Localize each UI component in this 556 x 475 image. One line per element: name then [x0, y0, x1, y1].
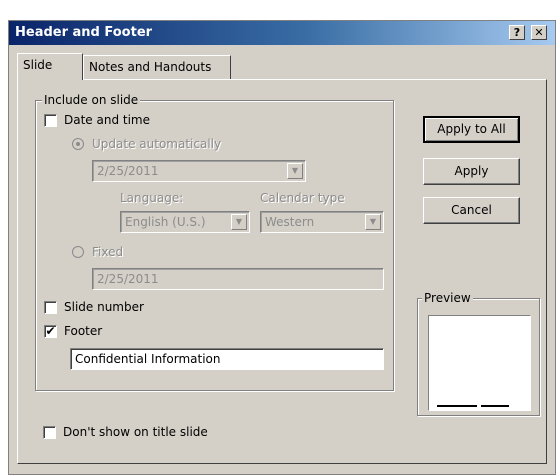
fixed-date-field[interactable]: 2/25/2011 — [92, 268, 384, 290]
slide-tab-panel: Include on slide Date and time Update au… — [17, 79, 547, 464]
apply-to-all-button[interactable]: Apply to All — [423, 116, 520, 143]
slide-number-checkbox[interactable] — [44, 301, 57, 314]
slide-number-label: Slide number — [64, 300, 144, 314]
include-on-slide-group: Include on slide Date and time Update au… — [35, 93, 394, 391]
cancel-button[interactable]: Cancel — [423, 197, 520, 224]
radio-dot — [76, 142, 80, 146]
language-dropdown[interactable]: English (U.S.) ▼ — [120, 211, 250, 233]
language-label: Language: — [120, 191, 184, 205]
date-time-checkbox[interactable] — [44, 114, 57, 127]
dont-show-title-slide-checkbox[interactable] — [43, 426, 56, 439]
date-time-label: Date and time — [64, 113, 150, 127]
auto-date-value: 2/25/2011 — [97, 164, 159, 178]
chevron-down-icon[interactable]: ▼ — [231, 214, 247, 230]
dont-show-title-slide-label: Don't show on title slide — [63, 425, 208, 439]
chevron-down-icon[interactable]: ▼ — [287, 163, 303, 179]
footer-text-input[interactable]: Confidential Information — [70, 348, 384, 370]
close-button[interactable]: ✕ — [531, 25, 547, 40]
preview-group: Preview — [417, 291, 540, 416]
title-bar: Header and Footer ? ✕ — [9, 21, 555, 45]
tab-slide[interactable]: Slide — [17, 53, 83, 80]
footer-checkbox[interactable]: ✔ — [44, 325, 57, 338]
preview-footer-placeholder — [437, 405, 477, 407]
chevron-down-icon[interactable]: ▼ — [365, 214, 381, 230]
tab-notes-and-handouts[interactable]: Notes and Handouts — [83, 55, 231, 79]
slide-preview — [428, 315, 531, 411]
update-automatically-radio[interactable] — [72, 138, 84, 150]
header-footer-dialog: Header and Footer ? ✕ Slide Notes and Ha… — [8, 20, 556, 475]
preview-legend: Preview — [422, 291, 473, 305]
include-on-slide-legend: Include on slide — [42, 93, 141, 107]
dialog-title: Header and Footer — [15, 25, 153, 40]
auto-date-dropdown[interactable]: 2/25/2011 ▼ — [92, 160, 306, 182]
calendar-type-label: Calendar type — [260, 191, 345, 205]
fixed-radio[interactable] — [72, 246, 84, 258]
calendar-type-value: Western — [265, 215, 315, 229]
fixed-label: Fixed — [92, 245, 124, 259]
language-value: English (U.S.) — [125, 215, 206, 229]
help-button[interactable]: ? — [509, 25, 525, 40]
calendar-type-dropdown[interactable]: Western ▼ — [260, 211, 384, 233]
update-automatically-label: Update automatically — [92, 137, 222, 151]
apply-button[interactable]: Apply — [423, 158, 520, 185]
footer-text-value: Confidential Information — [75, 352, 221, 366]
footer-label: Footer — [64, 324, 103, 338]
fixed-date-value: 2/25/2011 — [97, 272, 159, 286]
preview-slide-number-placeholder — [481, 405, 509, 407]
